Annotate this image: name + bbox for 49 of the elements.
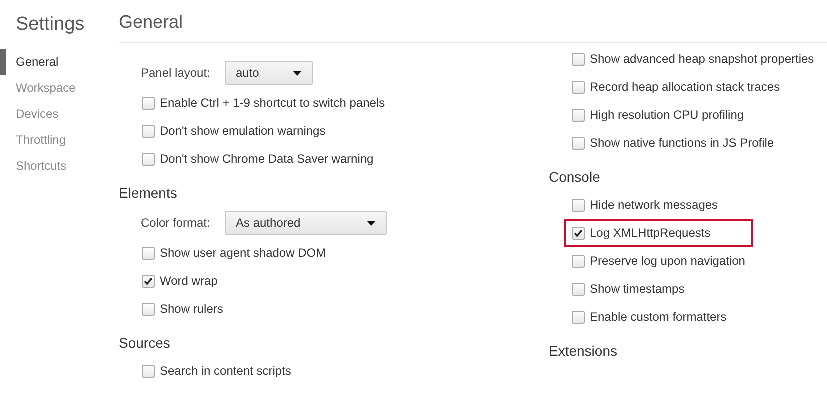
checkbox[interactable] (142, 302, 155, 316)
checkbox[interactable] (142, 364, 155, 378)
checkbox-option[interactable]: Show user agent shadow DOM (134, 239, 334, 267)
dropdown[interactable]: auto (225, 61, 313, 85)
sidebar-item[interactable]: Shortcuts (0, 153, 119, 179)
page-title: General (119, 10, 184, 32)
section-title: Console (549, 168, 602, 187)
checkbox[interactable] (572, 52, 585, 66)
checkbox-option[interactable]: Don't show emulation warnings (134, 117, 334, 145)
sidebar-item[interactable]: Throttling (0, 127, 119, 153)
checkbox-option[interactable]: Don't show Chrome Data Saver warning (134, 145, 382, 173)
dropdown[interactable]: As authored (225, 211, 387, 235)
checkbox-option[interactable]: High resolution CPU profiling (564, 101, 752, 129)
checkbox[interactable] (142, 124, 155, 138)
checkbox[interactable] (572, 226, 585, 240)
checkbox[interactable] (572, 310, 585, 324)
checkbox-option[interactable]: Preserve log upon navigation (564, 247, 754, 275)
sidebar-item[interactable]: General (0, 49, 119, 75)
caret-icon (293, 70, 302, 76)
checkbox-option[interactable]: Hide network messages (564, 191, 726, 219)
checkbox[interactable] (142, 246, 155, 260)
checkbox[interactable] (572, 254, 585, 268)
select-label: Panel layout: (141, 66, 212, 80)
checkbox[interactable] (572, 108, 585, 122)
checkbox-option[interactable]: Word wrap (134, 267, 226, 295)
highlighted-checkbox-option[interactable]: Log XMLHttpRequests (564, 219, 753, 247)
checkbox-option[interactable]: Enable custom formatters (564, 303, 735, 331)
section-title: Elements (119, 184, 178, 203)
checkbox-option[interactable]: Show timestamps (564, 275, 693, 303)
checkbox-option[interactable]: Enable Ctrl + 1-9 shortcut to switch panels (134, 89, 394, 117)
checkbox-option[interactable]: Show rulers (134, 295, 232, 323)
section-title: Extensions (549, 342, 618, 361)
checkbox-option[interactable]: Show native functions in JS Profile (564, 129, 782, 157)
checkbox-option[interactable]: Record heap allocation stack traces (564, 73, 788, 101)
checkbox[interactable] (572, 282, 585, 296)
settings-title: Settings (15, 13, 86, 37)
sidebar-item[interactable]: Workspace (0, 75, 119, 101)
checkbox-option[interactable]: Show advanced heap snapshot properties (564, 45, 822, 73)
checkbox-option[interactable]: Search in content scripts (134, 357, 300, 385)
checkbox[interactable] (572, 198, 585, 212)
section-title: Sources (119, 334, 172, 353)
sidebar-item[interactable]: Devices (0, 101, 119, 127)
checkbox[interactable] (142, 96, 155, 110)
checkbox[interactable] (142, 152, 155, 166)
select-label: Color format: (141, 216, 212, 230)
checkbox[interactable] (572, 80, 585, 94)
caret-icon (367, 220, 376, 226)
checkbox[interactable] (142, 274, 155, 288)
checkbox[interactable] (572, 136, 585, 150)
